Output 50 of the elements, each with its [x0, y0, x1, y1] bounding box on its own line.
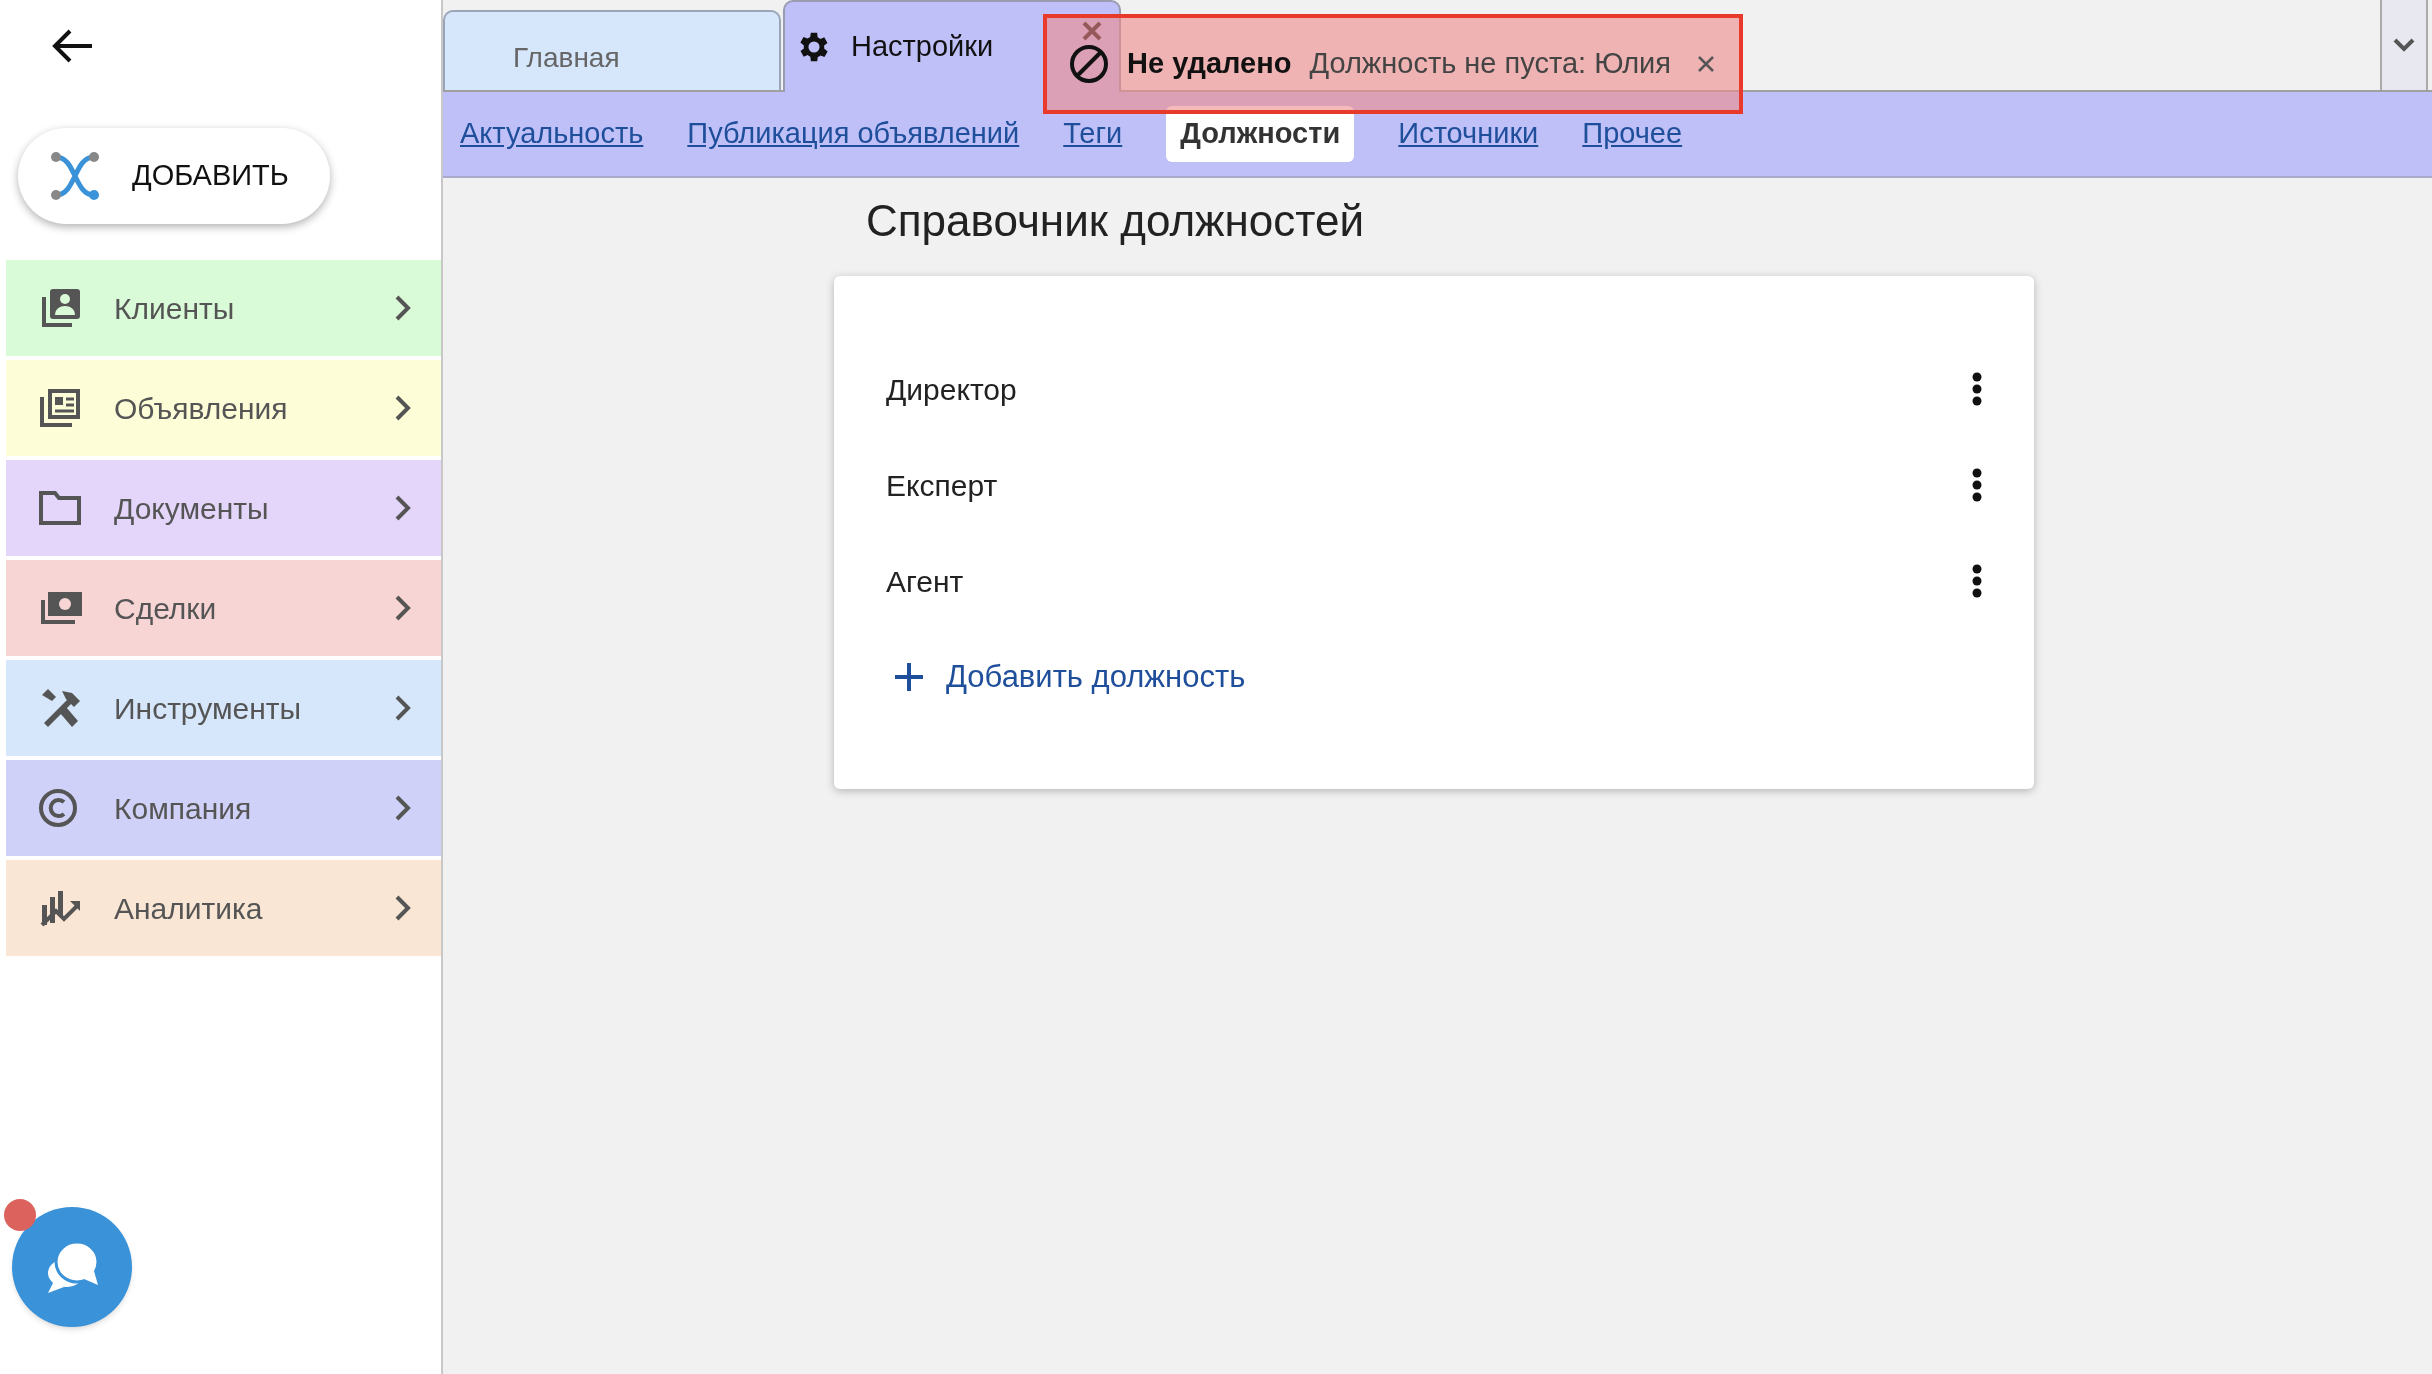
- tab[interactable]: Главная: [443, 10, 781, 90]
- more-options-icon[interactable]: [1972, 564, 1982, 598]
- dropdown-button[interactable]: [2380, 0, 2428, 90]
- sidebar-item-label: Клиенты: [114, 290, 236, 327]
- copyright-icon: [38, 788, 78, 828]
- sidebar-item[interactable]: Объявления: [6, 360, 441, 456]
- toast-message: Должность не пуста: Юлия: [1309, 46, 1672, 82]
- more-options-icon[interactable]: [1972, 468, 1982, 502]
- close-icon[interactable]: [1697, 55, 1715, 73]
- chevron-right-icon: [393, 893, 413, 923]
- chevron-right-icon: [393, 693, 413, 723]
- close-icon[interactable]: [1081, 20, 1103, 42]
- sidebar-item-label: Документы: [114, 490, 270, 527]
- chevron-right-icon: [393, 593, 413, 623]
- sidebar-item[interactable]: Аналитика: [6, 860, 441, 956]
- sidebar-item-label: Объявления: [114, 390, 289, 427]
- subtab-link[interactable]: Должности: [1166, 106, 1355, 162]
- add-button[interactable]: ДОБАВИТЬ: [18, 128, 330, 224]
- tab[interactable]: Настройки: [783, 0, 1121, 92]
- sidebar-item[interactable]: Документы: [6, 460, 441, 556]
- plus-icon: [894, 662, 924, 692]
- sidebar-item[interactable]: Компания: [6, 760, 441, 856]
- chevron-down-icon: [2393, 38, 2415, 52]
- page-title: Справочник должностей: [866, 195, 1365, 247]
- sidebar-item-label: Аналитика: [114, 890, 264, 927]
- sidebar-item-label: Инструменты: [114, 690, 303, 727]
- position-name: Експерт: [886, 467, 998, 504]
- news-icon: [38, 387, 82, 429]
- sidebar-item-label: Компания: [114, 790, 253, 827]
- sidebar-item[interactable]: Инструменты: [6, 660, 441, 756]
- sidebar-item[interactable]: Клиенты: [6, 260, 441, 356]
- position-name: Агент: [886, 563, 964, 600]
- folder-icon: [38, 490, 82, 526]
- subtab-link[interactable]: Теги: [1063, 106, 1123, 162]
- sidebar-item[interactable]: Сделки: [6, 560, 441, 656]
- add-position-link[interactable]: Добавить должность: [886, 629, 1246, 725]
- prohibited-icon: [1069, 44, 1109, 84]
- subtab-link[interactable]: Источники: [1398, 106, 1539, 162]
- sidebar-item-label: Сделки: [114, 590, 218, 627]
- subtab-link[interactable]: Актуальность: [460, 106, 644, 162]
- more-options-icon[interactable]: [1972, 372, 1982, 406]
- chevron-right-icon: [393, 393, 413, 423]
- chevron-right-icon: [393, 493, 413, 523]
- toast-title: Не удалено: [1127, 46, 1292, 82]
- subtab-link[interactable]: Прочее: [1582, 106, 1683, 162]
- position-name: Директор: [886, 371, 1017, 408]
- chevron-right-icon: [393, 293, 413, 323]
- subtab-link[interactable]: Публикация объявлений: [687, 106, 1020, 162]
- back-arrow-icon[interactable]: [52, 28, 94, 64]
- chevron-right-icon: [393, 793, 413, 823]
